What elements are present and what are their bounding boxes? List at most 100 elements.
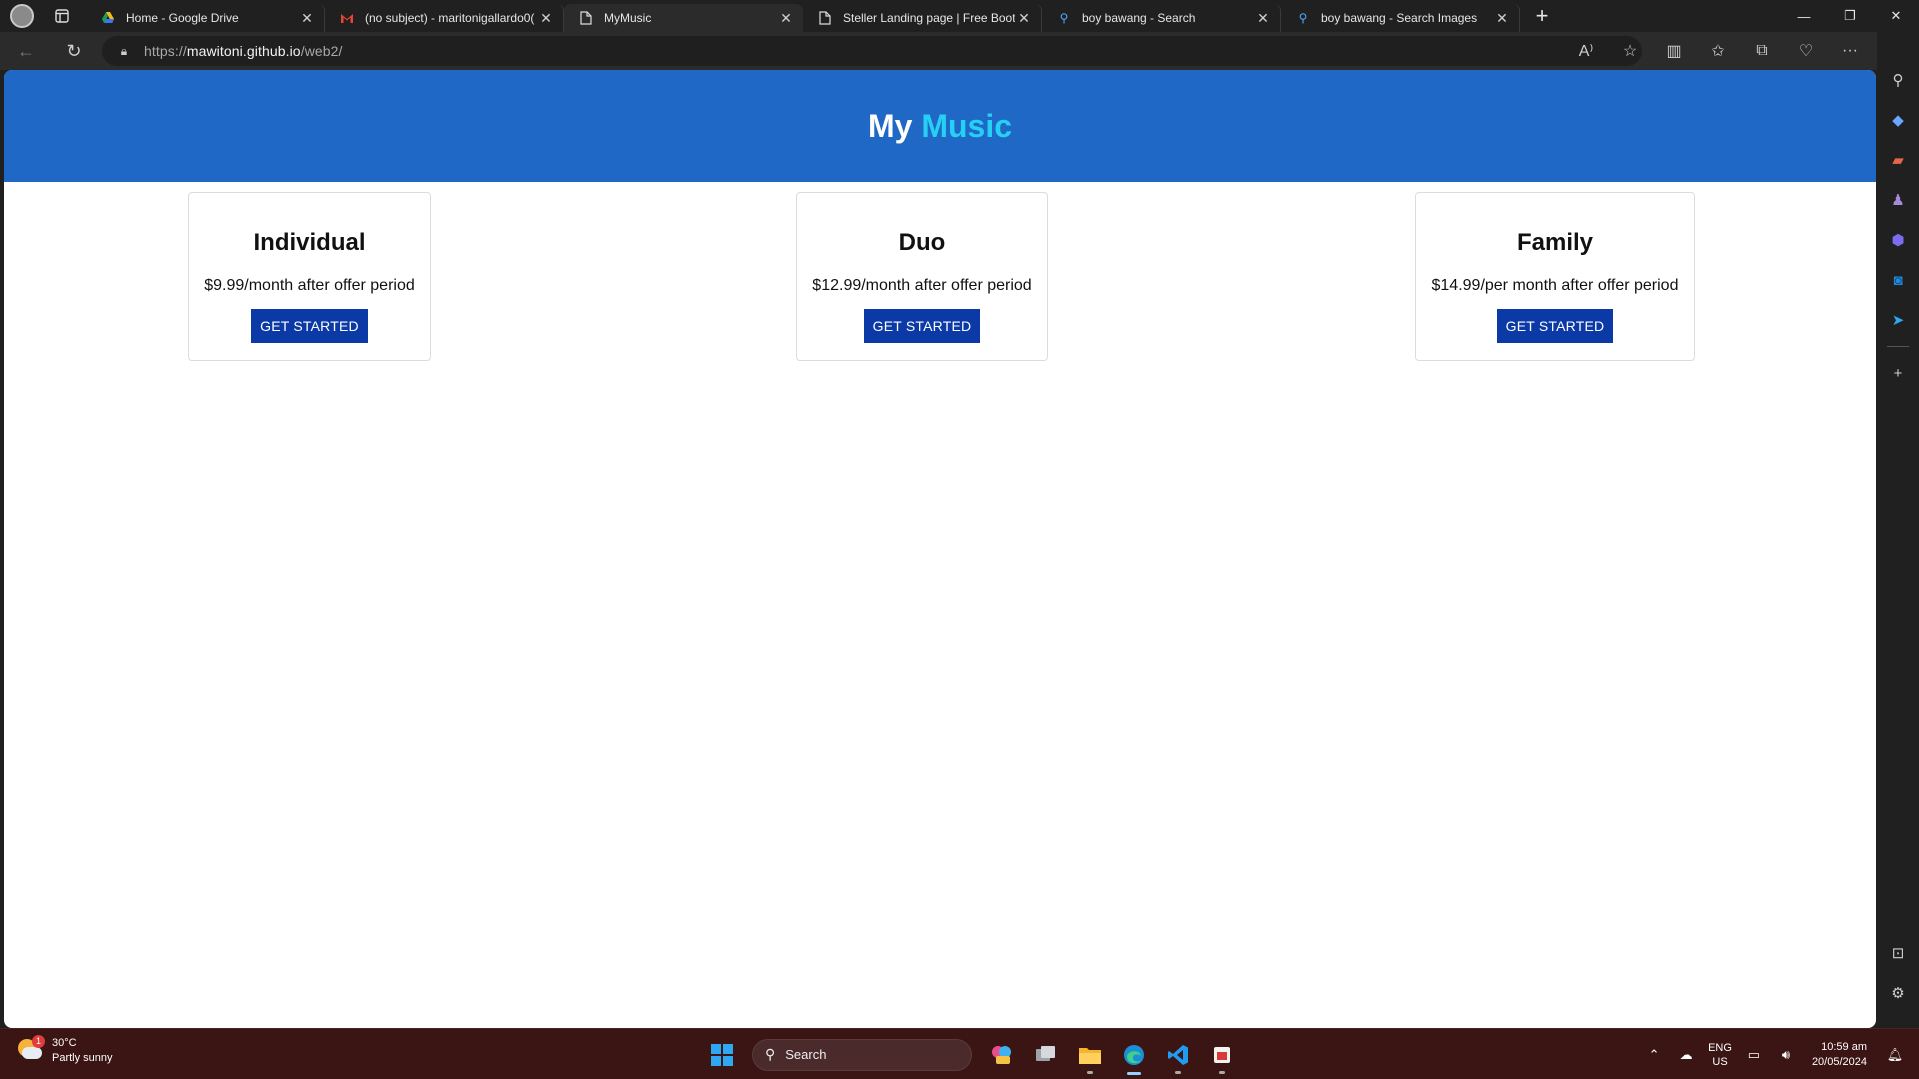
hide-sidebar-icon[interactable]: ⊡	[1877, 933, 1919, 973]
plan-name: Individual	[253, 229, 366, 256]
plan-card-duo: Duo $12.99/month after offer period GET …	[796, 192, 1048, 361]
screen: Home - Google Drive ✕ (no subject) - mar…	[0, 0, 1919, 1079]
tab-mymusic[interactable]: MyMusic ✕	[564, 4, 803, 32]
tab-title: Steller Landing page | Free Boots	[843, 11, 1015, 25]
browser-essentials-icon[interactable]: ♡	[1784, 32, 1828, 70]
system-tray: ⌃ ☁ ENG US ▭ 🔊︎ 10:59 am 20/05/2024 🔔︎	[1638, 1029, 1919, 1079]
taskbar-search[interactable]: ⚲ Search	[752, 1038, 972, 1071]
microsoft365-icon[interactable]: ⬢	[1877, 220, 1919, 260]
get-started-button[interactable]: GET STARTED	[1496, 309, 1614, 343]
search-icon: ⚲	[765, 1046, 776, 1062]
gmail-icon	[339, 10, 355, 26]
tab-steller[interactable]: Steller Landing page | Free Boots ✕	[803, 4, 1042, 32]
tab-title: boy bawang - Search Images	[1321, 11, 1478, 25]
tab-title: Home - Google Drive	[126, 11, 239, 25]
tab-google-drive[interactable]: Home - Google Drive ✕	[86, 4, 325, 32]
site-header: My Music	[4, 70, 1876, 182]
snipping-tool-icon[interactable]	[1200, 1033, 1244, 1077]
close-tab-icon[interactable]: ✕	[298, 10, 316, 27]
favorite-star-icon[interactable]: ☆	[1608, 32, 1652, 70]
tab-search-images[interactable]: ⚲ boy bawang - Search Images ✕	[1281, 4, 1520, 32]
favorites-icon[interactable]: ✩	[1696, 32, 1740, 70]
search-icon[interactable]: ⚲	[1877, 60, 1919, 100]
tab-title: MyMusic	[604, 11, 652, 25]
language-indicator[interactable]: ENG US	[1708, 1041, 1732, 1069]
plan-card-family: Family $14.99/per month after offer peri…	[1415, 192, 1695, 361]
tools-icon[interactable]: ▰	[1877, 140, 1919, 180]
browser-toolbar: ← ↻ 🔒︎ https://mawitoni.github.io/web2/ …	[0, 32, 1919, 70]
tab-search[interactable]: ⚲ boy bawang - Search ✕	[1042, 4, 1281, 32]
tab-strip: Home - Google Drive ✕ (no subject) - mar…	[0, 0, 1919, 32]
tab-actions-icon[interactable]	[44, 0, 80, 32]
refresh-icon[interactable]: ↻	[56, 35, 92, 67]
close-tab-icon[interactable]: ✕	[1254, 10, 1272, 27]
edge-sidebar: ⚲ ◆ ▰ ♟ ⬢ ◙ ➤ + ⊡ ⚙	[1877, 32, 1919, 1028]
shopping-tag-icon[interactable]: ◆	[1877, 100, 1919, 140]
plan-card-individual: Individual $9.99/month after offer perio…	[188, 192, 431, 361]
edge-browser-icon[interactable]	[1112, 1033, 1156, 1077]
plan-price: $9.99/month after offer period	[204, 277, 415, 294]
network-icon[interactable]: ▭	[1738, 1035, 1770, 1075]
search-label: Search	[785, 1047, 827, 1062]
taskbar: 1 30°C Partly sunny ⚲ Search ⌃ ☁ ENG US …	[0, 1028, 1919, 1079]
google-drive-icon	[100, 10, 116, 26]
tab-title: (no subject) - maritonigallardo0(	[365, 11, 535, 25]
onedrive-offline-icon[interactable]: ☁	[1670, 1035, 1702, 1075]
window-controls: — ❐ ✕	[1781, 0, 1919, 32]
read-aloud-icon[interactable]: A⁾	[1564, 32, 1608, 70]
taskbar-apps: ⚲ Search	[700, 1029, 1244, 1079]
notification-badge: 1	[32, 1035, 45, 1048]
get-started-button[interactable]: GET STARTED	[863, 309, 981, 343]
plan-price: $14.99/per month after offer period	[1431, 277, 1679, 294]
windows-logo-icon	[711, 1043, 733, 1066]
new-tab-button[interactable]: +	[1524, 0, 1560, 32]
add-icon[interactable]: +	[1877, 353, 1919, 393]
chevron-up-icon[interactable]: ⌃	[1638, 1035, 1670, 1075]
close-window-icon[interactable]: ✕	[1873, 0, 1919, 32]
settings-gear-icon[interactable]: ⚙	[1877, 973, 1919, 1013]
plan-name: Duo	[898, 229, 946, 256]
drop-send-icon[interactable]: ➤	[1877, 300, 1919, 340]
split-screen-icon[interactable]: ▥	[1652, 32, 1696, 70]
widgets-app-icon[interactable]	[980, 1033, 1024, 1077]
page-viewport: My Music Individual $9.99/month after of…	[4, 70, 1876, 1028]
close-tab-icon[interactable]: ✕	[777, 10, 795, 27]
toolbar-actions: A⁾ ☆ ▥ ✩ ⧉ ♡ ···	[1564, 32, 1916, 70]
tab-list: Home - Google Drive ✕ (no subject) - mar…	[86, 0, 1520, 32]
weather-widget[interactable]: 1 30°C Partly sunny	[16, 1035, 113, 1066]
address-bar[interactable]: 🔒︎ https://mawitoni.github.io/web2/	[102, 36, 1642, 66]
close-tab-icon[interactable]: ✕	[537, 10, 555, 27]
sidebar-divider	[1887, 346, 1909, 347]
minimize-icon[interactable]: —	[1781, 0, 1827, 32]
lock-icon[interactable]: 🔒︎	[116, 43, 132, 59]
site-title: My Music	[867, 107, 1013, 144]
close-tab-icon[interactable]: ✕	[1493, 10, 1511, 27]
tab-gmail[interactable]: (no subject) - maritonigallardo0( ✕	[325, 4, 564, 32]
search-icon: ⚲	[1059, 11, 1069, 25]
avatar	[10, 4, 34, 28]
back-arrow-icon[interactable]: ←	[8, 35, 44, 67]
restore-icon[interactable]: ❐	[1827, 0, 1873, 32]
profile-button[interactable]	[0, 0, 44, 32]
collections-icon[interactable]: ⧉	[1740, 32, 1784, 70]
start-button[interactable]	[700, 1033, 744, 1077]
vscode-icon[interactable]	[1156, 1033, 1200, 1077]
pricing-plans: Individual $9.99/month after offer perio…	[4, 182, 1876, 482]
volume-icon[interactable]: 🔊︎	[1770, 1035, 1802, 1075]
games-icon[interactable]: ♟	[1877, 180, 1919, 220]
page-icon	[817, 10, 833, 26]
close-tab-icon[interactable]: ✕	[1015, 10, 1033, 27]
more-options-icon[interactable]: ···	[1828, 32, 1872, 70]
url-text: https://mawitoni.github.io/web2/	[144, 43, 343, 59]
notification-bell-icon[interactable]: 🔔︎	[1879, 1035, 1911, 1075]
file-explorer-icon[interactable]	[1068, 1033, 1112, 1077]
outlook-icon[interactable]: ◙	[1877, 260, 1919, 300]
task-view-icon[interactable]	[1024, 1033, 1068, 1077]
partly-sunny-icon: 1	[16, 1035, 45, 1065]
get-started-button[interactable]: GET STARTED	[251, 309, 368, 343]
weather-desc: Partly sunny	[52, 1052, 113, 1064]
search-icon: ⚲	[1298, 11, 1308, 25]
clock[interactable]: 10:59 am 20/05/2024	[1812, 1040, 1867, 1070]
weather-temp: 30°C	[52, 1037, 77, 1049]
plan-name: Family	[1516, 229, 1594, 256]
